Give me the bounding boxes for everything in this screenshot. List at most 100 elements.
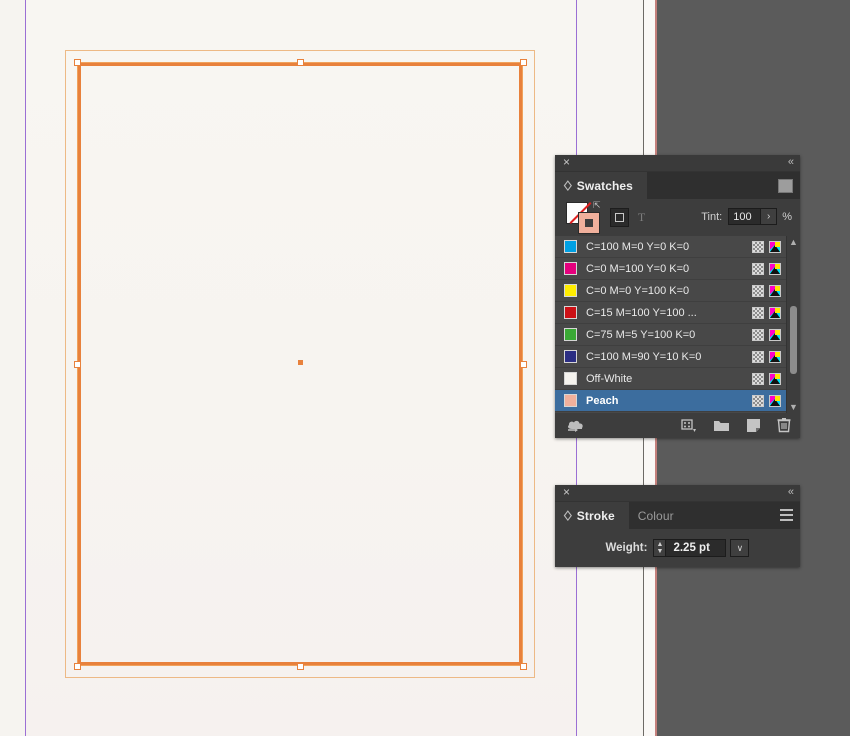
new-swatch-icon[interactable] [746,418,761,433]
tint-percent-label: % [782,210,792,223]
swatch-name: Off-White [586,372,633,385]
process-color-icon [752,372,764,385]
swatches-footer-toolbar [555,413,800,438]
swatch-name: Peach [586,394,619,407]
swatch-name: C=100 M=90 Y=10 K=0 [586,350,702,363]
process-color-icon [752,284,764,297]
tint-dropdown-icon[interactable]: › [761,208,778,225]
swatch-color-chip [564,240,577,253]
swatch-row-icons [752,284,781,297]
swatches-tab-row: ◇ Swatches [555,172,800,199]
swatch-name: C=75 M=5 Y=100 K=0 [586,328,696,341]
show-all-swatches-button[interactable] [610,208,629,227]
weight-label: Weight: [605,542,648,554]
tint-label: Tint: [701,210,723,223]
tint-input[interactable]: 100 [728,208,762,225]
swatch-row[interactable]: C=100 M=90 Y=10 K=0 [555,346,800,368]
swatch-list[interactable]: C=100 M=0 Y=0 K=0 C=0 M=100 Y=0 K=0 C=0 M=… [555,236,800,413]
swatch-row-icons [752,262,781,275]
tab-stroke[interactable]: ◇ Stroke [555,502,629,529]
process-color-icon [752,240,764,253]
process-color-icon [752,306,764,319]
selection-center-point[interactable] [298,360,303,365]
swap-fill-stroke-icon[interactable]: ⇱ [593,200,602,210]
scroll-down-icon[interactable]: ▼ [787,401,800,413]
cmyk-color-mode-icon [769,284,781,297]
cmyk-color-mode-icon [769,394,781,407]
stroke-panel-titlebar: × « [555,485,800,502]
tab-colour[interactable]: Colour [628,502,688,529]
guide-left[interactable] [25,0,26,736]
swatches-panel-titlebar: × « [555,155,800,172]
swatches-controls-row: ⇱ T Tint: 100 › % [555,199,800,236]
swatch-color-chip [564,350,577,363]
swatch-row-icons [752,328,781,341]
fill-stroke-indicator[interactable]: ⇱ [566,200,602,234]
cmyk-color-mode-icon [769,350,781,363]
swatch-color-chip [564,372,577,385]
libraries-icon[interactable] [566,418,588,433]
tint-control[interactable]: Tint: 100 › % [701,208,792,225]
swatch-row[interactable]: C=75 M=5 Y=100 K=0 [555,324,800,346]
swatch-name: C=15 M=100 Y=100 ... [586,306,697,319]
swatch-name: C=0 M=0 Y=100 K=0 [586,284,690,297]
stroke-panel[interactable]: × « ◇ Stroke Colour Weight: ▲ ▼ 2.25 pt ∨ [555,485,800,567]
tab-swatches[interactable]: ◇ Swatches [555,172,647,199]
swatch-row[interactable]: C=0 M=100 Y=0 K=0 [555,258,800,280]
close-icon[interactable]: × [561,486,572,498]
swatch-color-chip [564,284,577,297]
cmyk-color-mode-icon [769,328,781,341]
swatch-color-chip [564,394,577,407]
new-color-group-icon[interactable] [713,418,730,432]
square-icon [615,213,624,222]
weight-input[interactable]: 2.25 pt [666,539,727,557]
swatch-row[interactable]: C=15 M=100 Y=100 ... [555,302,800,324]
stroke-color-icon[interactable] [578,211,600,234]
selection-handle-top-right[interactable] [519,58,527,66]
swatch-list-scrollbar[interactable]: ▲ ▼ [786,236,800,413]
swatch-row[interactable]: C=0 M=0 Y=100 K=0 [555,280,800,302]
collapse-panel-icon[interactable]: « [788,486,794,499]
show-text-swatches-button[interactable]: T [632,208,651,227]
selection-handle-middle-right[interactable] [519,360,527,368]
selection-handle-top-left[interactable] [73,58,81,66]
delete-swatch-icon[interactable] [777,417,791,433]
tab-swatches-label: Swatches [576,178,633,193]
swatch-row[interactable]: C=100 M=0 Y=0 K=0 [555,236,800,258]
process-color-icon [752,328,764,341]
swatch-color-chip [564,262,577,275]
swatch-row-icons [752,306,781,319]
selection-handle-middle-left[interactable] [73,360,81,368]
selection-handle-top-center[interactable] [296,58,304,66]
collapse-panel-icon[interactable]: « [788,156,794,169]
process-color-icon [752,262,764,275]
weight-stepper[interactable]: ▲ ▼ [653,539,667,557]
stroke-weight-row: Weight: ▲ ▼ 2.25 pt ∨ [555,529,800,567]
scrollbar-thumb[interactable] [790,306,797,374]
cmyk-color-mode-icon [769,372,781,385]
tab-grip-icon: ◇ [564,508,572,523]
close-icon[interactable]: × [561,156,572,168]
process-color-icon [752,350,764,363]
panel-menu-icon[interactable] [780,509,793,521]
selection-handle-bottom-center[interactable] [296,662,304,670]
scroll-up-icon[interactable]: ▲ [787,236,800,248]
swatch-row-icons [752,240,781,253]
cmyk-color-mode-icon [769,262,781,275]
selection-handle-bottom-left[interactable] [73,662,81,670]
swatches-footer-buttons [681,417,791,433]
weight-dropdown-icon[interactable]: ∨ [730,539,750,557]
swatch-kinds-menu-icon[interactable] [681,418,697,433]
selection-handle-bottom-right[interactable] [519,662,527,670]
swatch-color-chip [564,328,577,341]
swatch-row-icons [752,394,781,407]
panel-menu-icon[interactable] [778,179,793,193]
cmyk-color-mode-icon [769,240,781,253]
cmyk-color-mode-icon [769,306,781,319]
swatch-row[interactable]: Peach [555,390,800,412]
swatch-name: C=0 M=100 Y=0 K=0 [586,262,690,275]
swatch-name: C=100 M=0 Y=0 K=0 [586,240,690,253]
swatches-panel[interactable]: × « ◇ Swatches ⇱ T Tint: 100 › % C=100 M… [555,155,800,438]
process-color-icon [752,394,764,407]
swatch-row[interactable]: Off-White [555,368,800,390]
